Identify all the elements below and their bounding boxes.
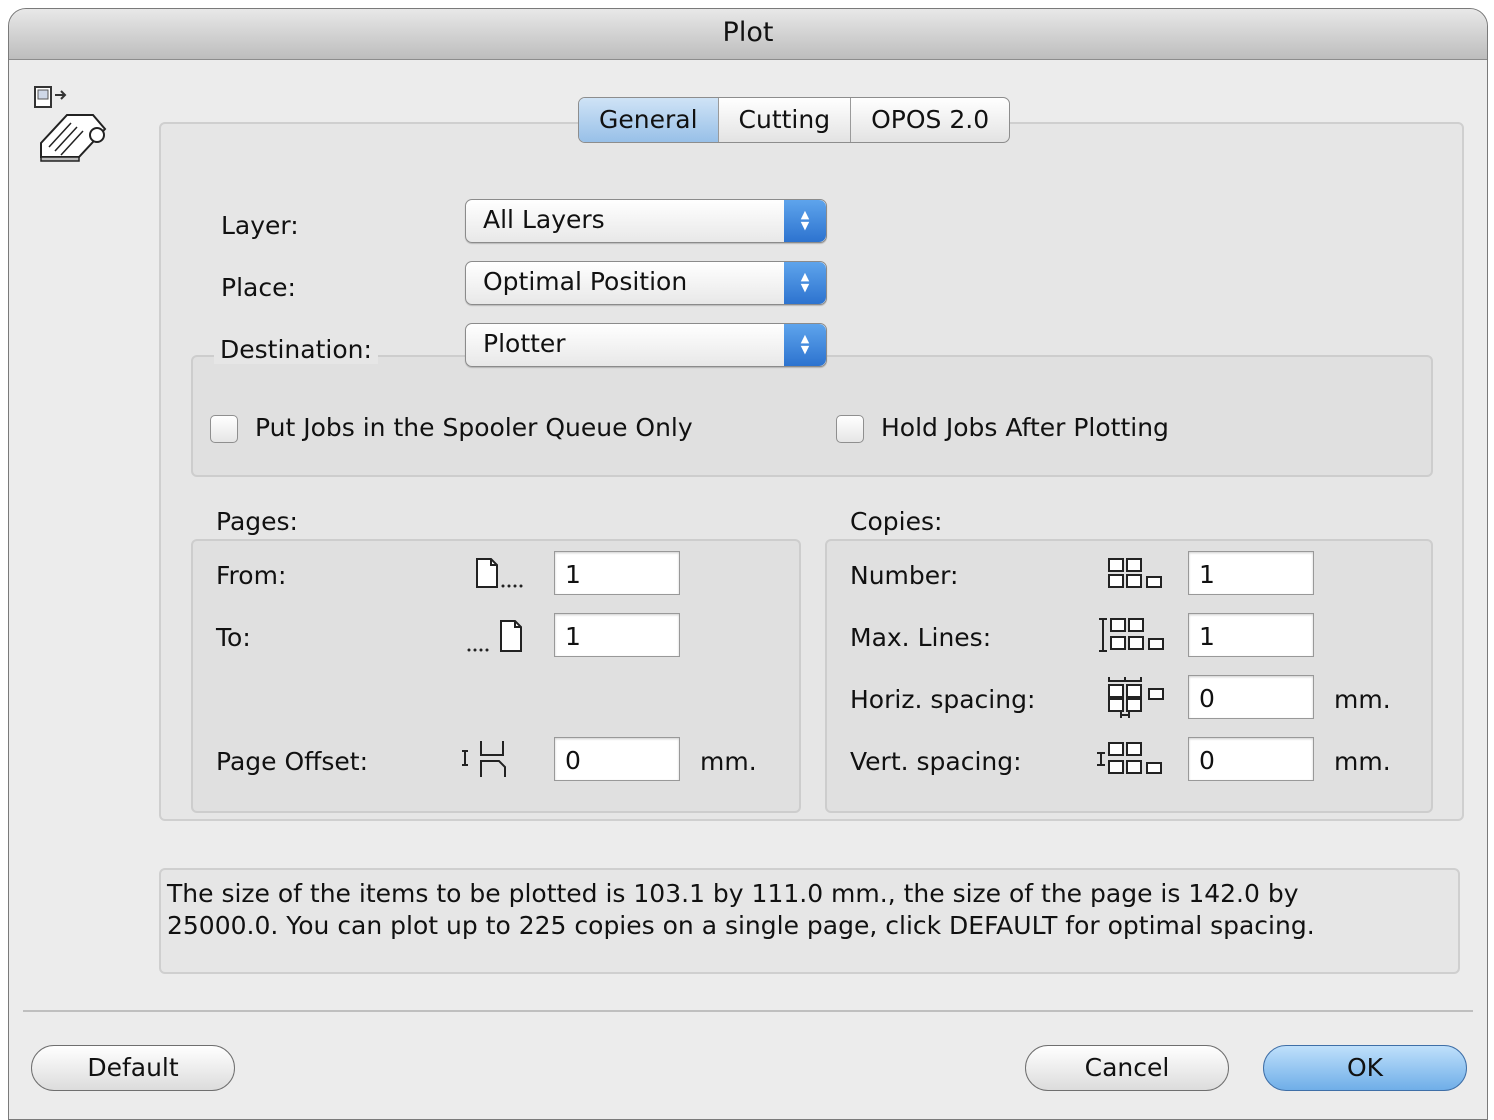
horiz-spacing-unit: mm.: [1334, 685, 1391, 714]
from-field[interactable]: 1: [554, 551, 680, 595]
info-line-2: 25000.0. You can plot up to 225 copies o…: [167, 911, 1315, 940]
spooler-checkbox[interactable]: [210, 415, 238, 443]
to-label: To:: [216, 623, 251, 652]
number-label: Number:: [850, 561, 959, 590]
tab-cutting[interactable]: Cutting: [719, 98, 852, 142]
layer-popup-value: All Layers: [483, 205, 605, 234]
layer-label: Layer:: [221, 211, 299, 240]
horizontal-spacing-icon: [1108, 677, 1164, 718]
destination-label: Destination:: [214, 335, 378, 364]
plot-dialog: Plot General Cutting OPOS 2.0 Layer: All…: [8, 8, 1488, 1120]
vertical-spacing-icon: [1097, 742, 1162, 774]
to-field[interactable]: 1: [554, 613, 680, 657]
hold-jobs-checkbox-label[interactable]: Hold Jobs After Plotting: [881, 413, 1169, 442]
vert-spacing-unit: mm.: [1334, 747, 1391, 776]
tab-opos[interactable]: OPOS 2.0: [851, 98, 1009, 142]
max-lines-grid-icon: [1099, 618, 1164, 652]
max-lines-label: Max. Lines:: [850, 623, 992, 652]
page-offset-label: Page Offset:: [216, 747, 369, 776]
horiz-spacing-field[interactable]: 0: [1188, 675, 1314, 719]
spooler-checkbox-label[interactable]: Put Jobs in the Spooler Queue Only: [255, 413, 693, 442]
destination-popup-value: Plotter: [483, 329, 566, 358]
vert-spacing-label: Vert. spacing:: [850, 747, 1022, 776]
info-line-1: The size of the items to be plotted is 1…: [167, 879, 1299, 908]
info-message: The size of the items to be plotted is 1…: [159, 868, 1460, 974]
popup-arrows-icon: ▲ ▼: [784, 324, 826, 366]
copies-title: Copies:: [850, 507, 943, 536]
max-lines-field[interactable]: 1: [1188, 613, 1314, 657]
layer-popup[interactable]: All Layers ▲ ▼: [465, 199, 827, 243]
horiz-spacing-label: Horiz. spacing:: [850, 685, 1036, 714]
popup-arrows-icon: ▲ ▼: [784, 200, 826, 242]
hold-jobs-checkbox[interactable]: [836, 415, 864, 443]
pages-title: Pages:: [216, 507, 298, 536]
dots-page-icon: [467, 620, 522, 652]
tab-general[interactable]: General: [579, 98, 719, 142]
window-title: Plot: [722, 17, 774, 48]
popup-arrows-icon: ▲ ▼: [784, 262, 826, 304]
number-field[interactable]: 1: [1188, 551, 1314, 595]
page-offset-field[interactable]: 0: [554, 737, 680, 781]
place-label: Place:: [221, 273, 296, 302]
footer-divider: [23, 1010, 1473, 1012]
copies-grid-icon: [1108, 558, 1162, 588]
from-label: From:: [216, 561, 287, 590]
ok-button[interactable]: OK: [1263, 1045, 1467, 1091]
destination-popup[interactable]: Plotter ▲ ▼: [465, 323, 827, 367]
default-button[interactable]: Default: [31, 1045, 235, 1091]
vert-spacing-field[interactable]: 0: [1188, 737, 1314, 781]
tab-bar: General Cutting OPOS 2.0: [578, 97, 1011, 143]
cancel-button[interactable]: Cancel: [1025, 1045, 1229, 1091]
plotter-icon: [34, 86, 107, 162]
page-offset-icon: [462, 741, 506, 777]
page-dots-icon: [476, 558, 523, 588]
place-popup-value: Optimal Position: [483, 267, 688, 296]
title-bar[interactable]: Plot: [9, 9, 1487, 60]
page-offset-unit: mm.: [700, 747, 757, 776]
place-popup[interactable]: Optimal Position ▲ ▼: [465, 261, 827, 305]
